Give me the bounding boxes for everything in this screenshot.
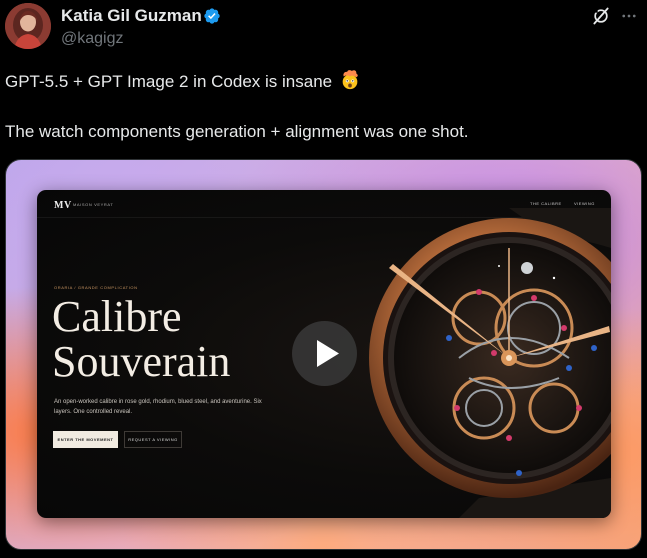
handle[interactable]: @kagigz [61, 30, 124, 48]
hero-title-line-1: Calibre [52, 292, 182, 341]
hero-description: An open-worked calibre in rose gold, rho… [54, 399, 262, 415]
media-video[interactable]: MV MAISON VEYRAT THE CALIBRE VIEWING ORA… [5, 159, 642, 550]
hero-title: Calibre Souverain [52, 294, 230, 384]
post-text-line-2: The watch components generation + alignm… [5, 122, 469, 141]
display-name[interactable]: Katia Gil Guzman [61, 6, 202, 26]
enter-movement-button[interactable]: ENTER THE MOVEMENT [53, 431, 118, 448]
post-text: GPT-5.5 + GPT Image 2 in Codex is insane [5, 72, 333, 91]
site-brand: MAISON VEYRAT [73, 202, 114, 207]
watch-image [369, 208, 611, 518]
post-text-line-1: GPT-5.5 + GPT Image 2 in Codex is insane [5, 69, 361, 92]
play-icon[interactable] [292, 321, 357, 386]
request-viewing-button[interactable]: REQUEST A VIEWING [124, 431, 182, 448]
avatar[interactable] [5, 3, 51, 49]
play-button[interactable] [292, 321, 357, 386]
site-nav-calibre[interactable]: THE CALIBRE [530, 201, 562, 206]
hero-eyebrow: ORARIA / GRANDE COMPLICATION [54, 285, 138, 290]
post: Katia Gil Guzman @kagigz GPT-5.5 + GPT I… [0, 0, 647, 558]
verified-badge-icon [204, 8, 220, 24]
more-horizontal-icon[interactable] [620, 7, 638, 25]
site-logo: MV [54, 200, 72, 211]
site-nav-viewing[interactable]: VIEWING [574, 201, 595, 206]
exploding-head-emoji-icon [342, 70, 358, 90]
hero-title-line-2: Souverain [52, 337, 231, 386]
grok-icon[interactable] [591, 6, 611, 26]
